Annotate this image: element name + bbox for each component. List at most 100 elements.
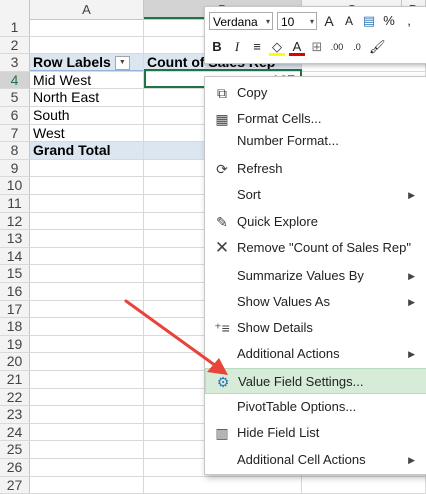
cell-a[interactable] — [30, 36, 144, 54]
cell-a-text: Mid West — [33, 71, 92, 88]
cell-a-text: Row Labels — [33, 54, 111, 71]
row-number[interactable]: 8 — [0, 142, 30, 159]
row-number[interactable]: 10 — [0, 177, 30, 194]
cell-a[interactable]: Grand Total — [30, 142, 144, 159]
row-number[interactable]: 15 — [0, 265, 30, 282]
chevron-down-icon: ▾ — [309, 17, 314, 26]
menu-item[interactable]: Number Format... — [205, 128, 426, 154]
cell-a[interactable] — [30, 371, 144, 388]
cell-a[interactable] — [30, 406, 144, 423]
align-center-icon[interactable]: ≡ — [249, 38, 265, 56]
borders-icon[interactable]: ⊞ — [309, 38, 325, 56]
cell-a[interactable] — [30, 19, 144, 36]
accounting-format-icon[interactable]: ▤ — [361, 12, 377, 30]
cell-a[interactable] — [30, 441, 144, 458]
row-number[interactable]: 1 — [0, 19, 30, 36]
cell-c[interactable] — [302, 476, 426, 494]
font-size-box[interactable]: 10 ▾ — [277, 12, 317, 30]
menu-item-label: Copy — [237, 85, 268, 100]
cell-a[interactable]: South — [30, 107, 144, 124]
row-number[interactable]: 4 — [0, 71, 30, 89]
increase-decimal-button[interactable]: .00 — [329, 38, 345, 56]
menu-item[interactable]: Additional Actions ▶ — [205, 341, 426, 367]
row-number[interactable]: 17 — [0, 300, 30, 318]
shrink-font-button[interactable]: A — [341, 12, 357, 30]
grow-font-button[interactable]: A — [321, 12, 337, 30]
menu-item[interactable]: PivotTable Options... — [205, 394, 426, 420]
row-number[interactable]: 20 — [0, 353, 30, 370]
bold-button[interactable]: B — [209, 38, 225, 56]
menu-item[interactable]: ⁺≡ Show Details — [205, 315, 426, 341]
row-number[interactable]: 7 — [0, 124, 30, 142]
cell-a[interactable] — [30, 318, 144, 335]
cell-a[interactable] — [30, 265, 144, 282]
cell-a[interactable] — [30, 388, 144, 406]
cell-a[interactable] — [30, 247, 144, 265]
cell-a[interactable]: North East — [30, 89, 144, 106]
row-number[interactable]: 25 — [0, 441, 30, 458]
row-number[interactable]: 5 — [0, 89, 30, 106]
menu-item[interactable]: Summarize Values By ▶ — [205, 263, 426, 289]
row-number[interactable]: 9 — [0, 159, 30, 177]
menu-item-label: Quick Explore — [237, 214, 318, 229]
cell-a[interactable]: Row Labels ▼ — [30, 54, 144, 71]
menu-item[interactable]: Additional Cell Actions ▶ — [205, 447, 426, 473]
cell-a[interactable] — [30, 335, 144, 353]
row-number[interactable]: 12 — [0, 212, 30, 230]
comma-button[interactable]: , — [401, 12, 417, 30]
cell-a[interactable] — [30, 476, 144, 494]
cell-a-text: Grand Total — [33, 142, 111, 159]
row-number[interactable]: 24 — [0, 423, 30, 441]
font-color-icon[interactable]: A — [289, 38, 305, 56]
row-number[interactable]: 11 — [0, 195, 30, 212]
percent-button[interactable]: % — [381, 12, 397, 30]
menu-item[interactable]: ✎ Quick Explore — [205, 209, 426, 235]
menu-item-label: Hide Field List — [237, 425, 320, 440]
cell-a[interactable] — [30, 195, 144, 212]
row-number[interactable]: 2 — [0, 36, 30, 54]
cell-a[interactable] — [30, 459, 144, 476]
cell-a[interactable] — [30, 283, 144, 300]
cell-a[interactable] — [30, 159, 144, 177]
menu-item[interactable]: ⚙ Value Field Settings... — [205, 368, 426, 394]
row-number[interactable]: 19 — [0, 335, 30, 353]
cell-b[interactable] — [144, 476, 302, 494]
menu-item[interactable]: ✕ Remove "Count of Sales Rep" — [205, 235, 426, 261]
chevron-right-icon: ▶ — [408, 297, 415, 307]
cell-a[interactable] — [30, 423, 144, 441]
menu-item-label: Refresh — [237, 161, 283, 176]
column-header-a[interactable]: A — [30, 0, 144, 19]
cell-a[interactable] — [30, 177, 144, 194]
row-number[interactable]: 23 — [0, 406, 30, 423]
cell-a[interactable]: Mid West — [30, 71, 144, 89]
row-number[interactable]: 13 — [0, 230, 30, 247]
cell-a[interactable]: West — [30, 124, 144, 142]
cell-a[interactable] — [30, 353, 144, 370]
decrease-decimal-button[interactable]: .0 — [349, 38, 365, 56]
chevron-right-icon: ▶ — [408, 349, 415, 359]
row-number[interactable]: 18 — [0, 318, 30, 335]
format-painter-icon[interactable]: 🖌 — [369, 38, 386, 56]
row-number[interactable]: 27 — [0, 476, 30, 494]
row-number[interactable]: 14 — [0, 247, 30, 265]
cell-a[interactable] — [30, 230, 144, 247]
font-name-box[interactable]: Verdana ▾ — [209, 12, 273, 30]
italic-button[interactable]: I — [229, 38, 245, 56]
row-number[interactable]: 21 — [0, 371, 30, 388]
row-number[interactable]: 16 — [0, 283, 30, 300]
select-all-corner[interactable] — [0, 0, 30, 19]
cell-a[interactable] — [30, 212, 144, 230]
menu-item[interactable]: Sort ▶ — [205, 182, 426, 208]
cell-a[interactable] — [30, 300, 144, 318]
row-number[interactable]: 6 — [0, 107, 30, 124]
filter-dropdown-icon[interactable]: ▼ — [114, 56, 130, 70]
row-number[interactable]: 22 — [0, 388, 30, 406]
font-name-value: Verdana — [213, 15, 258, 29]
row-number[interactable]: 26 — [0, 459, 30, 476]
menu-item[interactable]: ⟳ Refresh — [205, 156, 426, 182]
fill-color-icon[interactable]: ◇ — [269, 38, 285, 56]
menu-item[interactable]: Show Values As ▶ — [205, 289, 426, 315]
menu-item[interactable]: ▥ Hide Field List — [205, 420, 426, 446]
row-number[interactable]: 3 — [0, 54, 30, 71]
menu-item[interactable]: ⧉ Copy — [205, 80, 426, 106]
